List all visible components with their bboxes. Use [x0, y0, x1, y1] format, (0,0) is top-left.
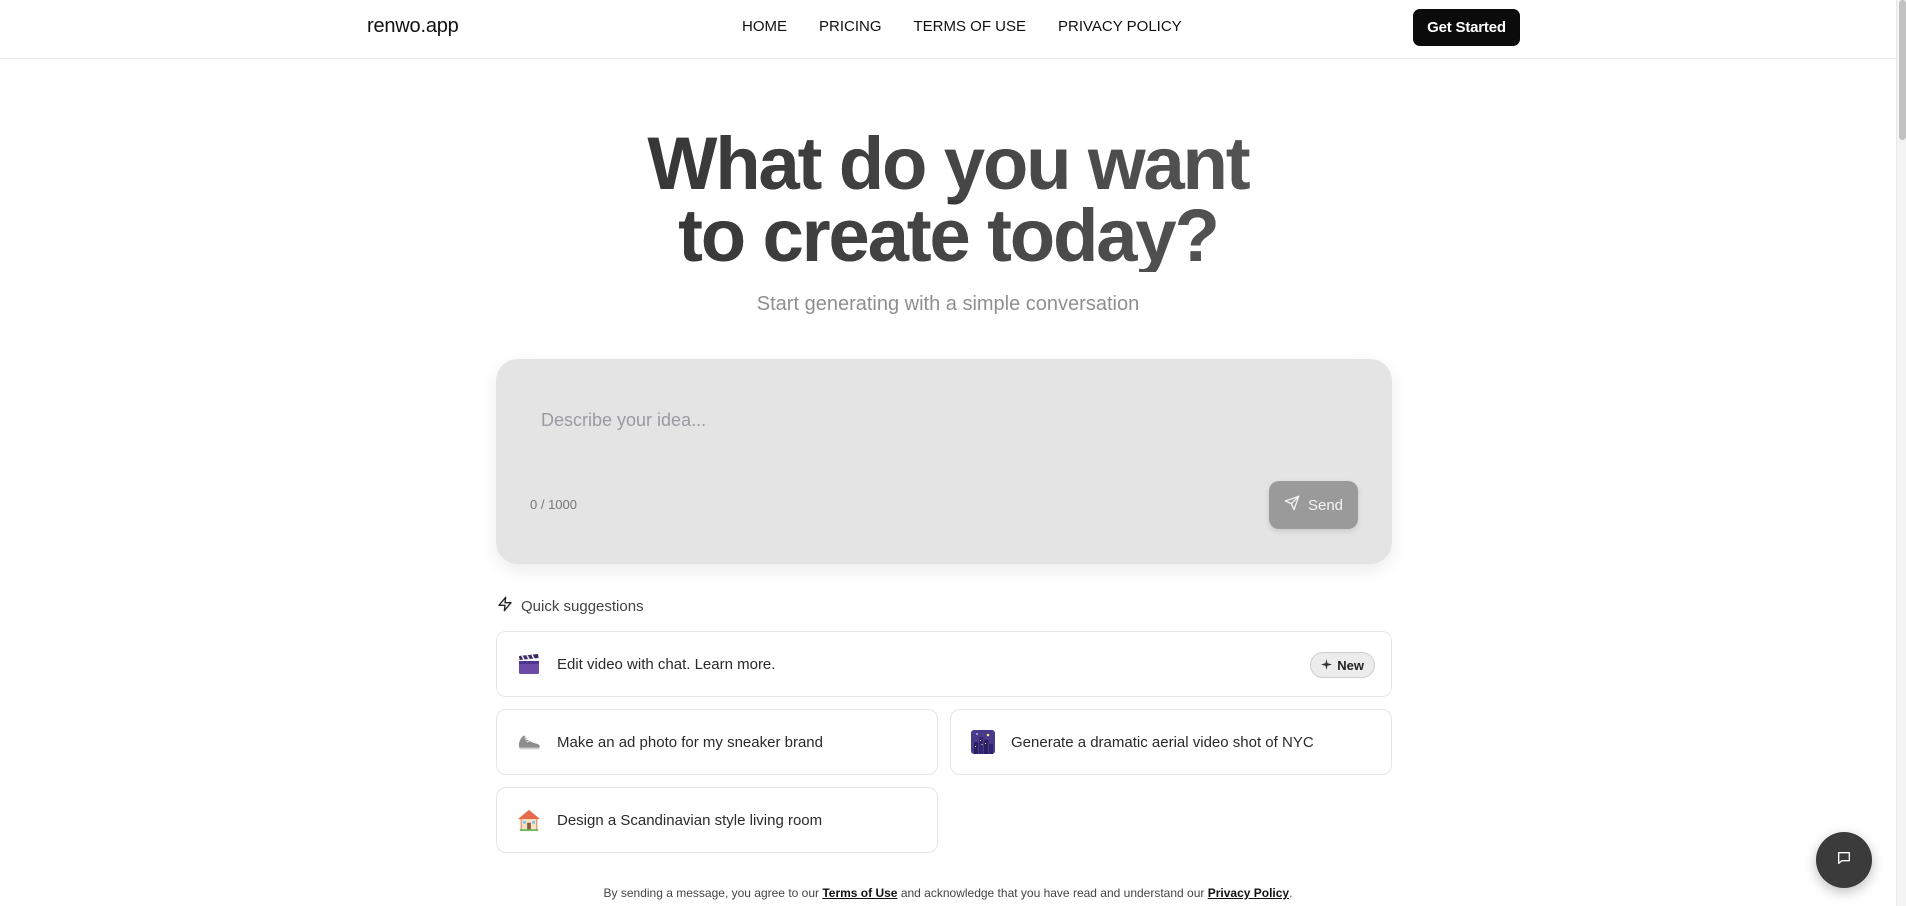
hero-subtitle: Start generating with a simple conversat…: [756, 293, 1140, 315]
chat-widget-button[interactable]: [1816, 832, 1872, 888]
legal-suffix: .: [1289, 886, 1293, 900]
suggestion-label: Make an ad photo for my sneaker brand: [557, 733, 823, 751]
nav-home[interactable]: HOME: [742, 18, 787, 36]
privacy-link[interactable]: Privacy Policy: [1208, 886, 1289, 900]
suggestion-label: Design a Scandinavian style living room: [557, 811, 823, 829]
quick-suggestions-header: Quick suggestions: [497, 596, 644, 616]
send-label: Send: [1307, 496, 1344, 514]
suggestion-label: Generate a dramatic aerial video shot of…: [1011, 733, 1314, 751]
legal-prefix: By sending a message, you agree to our: [603, 886, 823, 900]
clapperboard-icon: [517, 652, 541, 676]
nav-pricing[interactable]: PRICING: [819, 18, 882, 36]
prompt-input[interactable]: [541, 405, 1321, 435]
legal-middle: and acknowledge that you have read and u…: [897, 886, 1208, 900]
send-icon: [1284, 495, 1300, 515]
nav-privacy[interactable]: PRIVACY POLICY: [1058, 18, 1182, 36]
get-started-button[interactable]: Get Started: [1413, 9, 1520, 46]
lightning-icon: [497, 596, 513, 616]
sparkle-icon: [1321, 658, 1333, 673]
char-counter: 0 / 1000: [530, 497, 577, 512]
new-badge-label: New: [1337, 657, 1364, 673]
scrollbar-thumb[interactable]: [1899, 0, 1906, 140]
hero-title-line-2: to create today?: [0, 199, 1896, 273]
sneaker-icon: [517, 730, 541, 754]
quick-suggestions-label: Quick suggestions: [521, 597, 644, 615]
suggestion-sneaker-ad[interactable]: Make an ad photo for my sneaker brand: [496, 709, 938, 775]
suggestion-nyc-aerial[interactable]: Generate a dramatic aerial video shot of…: [950, 709, 1392, 775]
hero-title-line-1: What do you want: [0, 127, 1896, 201]
new-badge: New: [1310, 652, 1375, 678]
terms-link[interactable]: Terms of Use: [822, 886, 897, 900]
main-nav: HOME PRICING TERMS OF USE PRIVACY POLICY: [742, 18, 1182, 36]
hero-title: What do you want to create today?: [0, 127, 1896, 273]
suggestion-edit-video[interactable]: Edit video with chat. Learn more. New: [496, 631, 1392, 697]
nav-terms[interactable]: TERMS OF USE: [914, 18, 1027, 36]
site-header: renwo.app HOME PRICING TERMS OF USE PRIV…: [0, 0, 1896, 59]
house-icon: [517, 808, 541, 832]
night-city-icon: [971, 730, 995, 754]
brand-logo[interactable]: renwo.app: [367, 15, 459, 38]
suggestion-label: Edit video with chat. Learn more.: [557, 655, 776, 673]
prompt-box: 0 / 1000 Send: [496, 359, 1392, 564]
chat-icon: [1836, 850, 1852, 871]
legal-notice: By sending a message, you agree to our T…: [0, 886, 1896, 900]
send-button[interactable]: Send: [1269, 481, 1358, 529]
page-scrollbar[interactable]: [1896, 0, 1906, 906]
suggestion-living-room[interactable]: Design a Scandinavian style living room: [496, 787, 938, 853]
